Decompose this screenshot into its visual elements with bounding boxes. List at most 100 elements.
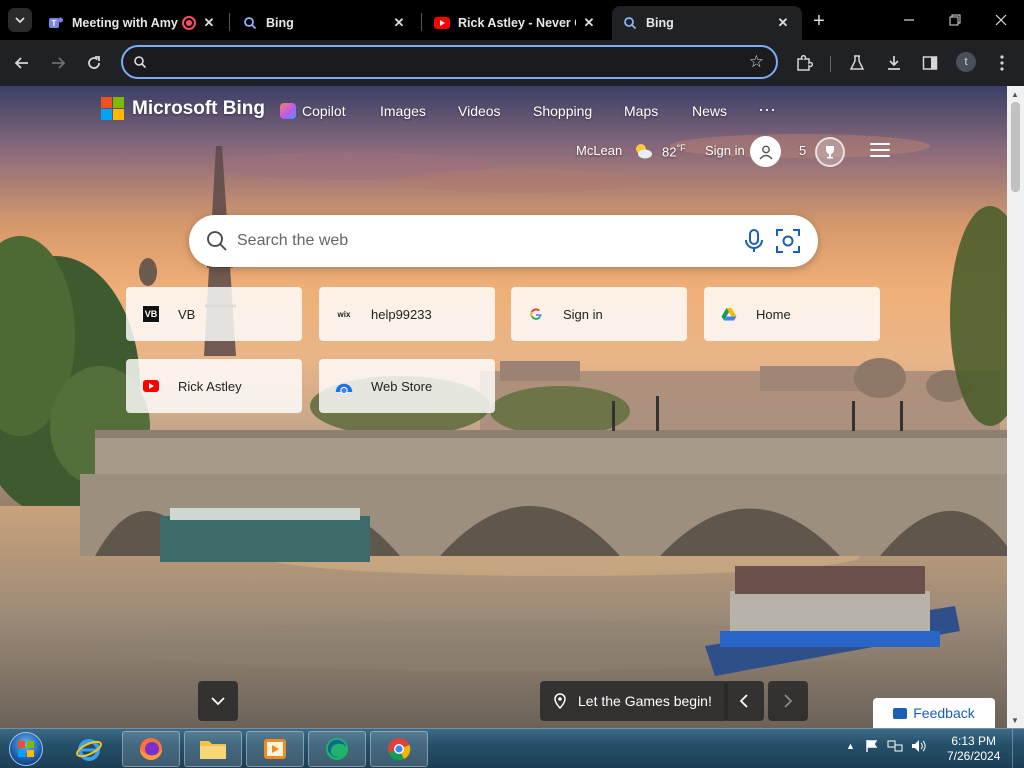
nav-shopping[interactable]: Shopping xyxy=(533,103,592,119)
quick-link-web-store[interactable]: Web Store xyxy=(319,359,495,413)
chevron-down-icon xyxy=(15,17,25,24)
network-icon[interactable] xyxy=(887,739,903,753)
scroll-down-arrow-icon[interactable]: ▼ xyxy=(1011,716,1019,725)
scroll-up-arrow-icon[interactable]: ▲ xyxy=(1011,90,1019,99)
address-input[interactable] xyxy=(157,51,737,73)
taskbar-internet-explorer[interactable] xyxy=(60,731,118,767)
action-center-flag-icon[interactable] xyxy=(865,739,879,753)
vb-icon: VB xyxy=(142,305,160,323)
tab-search-button[interactable] xyxy=(8,8,32,32)
temperature-value: 82 xyxy=(662,144,677,160)
reload-button[interactable] xyxy=(81,50,107,76)
start-button[interactable] xyxy=(6,730,46,768)
tab-title: Meeting with Amy xyxy=(72,16,178,30)
search-input[interactable] xyxy=(237,229,717,253)
bookmark-star-icon[interactable]: ☆ xyxy=(749,52,764,72)
extensions-button[interactable] xyxy=(791,50,817,76)
sign-in-link[interactable]: Sign in xyxy=(705,143,745,158)
quick-link-home[interactable]: Home xyxy=(704,287,880,341)
nav-copilot[interactable]: Copilot xyxy=(280,103,346,119)
arrow-left-icon xyxy=(14,57,28,69)
nav-news[interactable]: News xyxy=(692,103,727,119)
taskbar-firefox[interactable] xyxy=(122,731,180,767)
quick-link-vb[interactable]: VB VB xyxy=(126,287,302,341)
kebab-menu-icon xyxy=(1000,55,1004,71)
clock-time: 6:13 PM xyxy=(951,734,997,748)
page-scrollbar[interactable]: ▲ ▼ xyxy=(1007,86,1024,728)
quick-link-label: Sign in xyxy=(563,306,603,322)
close-icon xyxy=(995,14,1007,26)
close-window-button[interactable] xyxy=(978,6,1024,34)
location-label[interactable]: McLean xyxy=(576,143,622,158)
quick-link-help99233[interactable]: wix help99233 xyxy=(319,287,495,341)
labs-button[interactable] xyxy=(844,50,870,76)
nav-maps[interactable]: Maps xyxy=(624,103,658,119)
user-icon xyxy=(758,145,773,159)
media-player-icon xyxy=(264,739,286,759)
scroll-down-button[interactable] xyxy=(198,681,238,721)
system-tray: ▲ xyxy=(846,739,927,753)
show-desktop-button[interactable] xyxy=(1012,729,1024,768)
tab-title: Bing xyxy=(266,16,294,30)
system-clock[interactable]: 6:13 PM 7/26/2024 xyxy=(947,734,1000,764)
downloads-button[interactable] xyxy=(881,50,907,76)
next-image-button[interactable] xyxy=(768,681,808,721)
nav-videos[interactable]: Videos xyxy=(458,103,501,119)
taskbar-edge[interactable] xyxy=(308,731,366,767)
close-icon[interactable]: ✕ xyxy=(200,14,218,32)
temperature-unit: °F xyxy=(676,143,686,153)
recording-icon xyxy=(182,16,196,30)
restore-icon xyxy=(949,14,961,26)
svg-text:T: T xyxy=(52,19,57,28)
minimize-icon xyxy=(904,19,914,21)
previous-image-button[interactable] xyxy=(724,681,764,721)
more-icon: ··· xyxy=(758,99,776,119)
nav-images[interactable]: Images xyxy=(380,103,426,119)
nav-more[interactable]: ··· xyxy=(758,99,776,120)
rewards-button[interactable] xyxy=(815,137,845,167)
feedback-button[interactable]: Feedback xyxy=(873,698,995,728)
feedback-label: Feedback xyxy=(913,705,975,721)
image-caption[interactable]: Let the Games begin! xyxy=(540,681,728,721)
youtube-icon xyxy=(142,377,160,395)
new-tab-button[interactable]: + xyxy=(808,10,830,32)
chrome-icon xyxy=(388,738,411,761)
restore-button[interactable] xyxy=(932,6,978,34)
side-panel-button[interactable] xyxy=(917,50,943,76)
nav-label: Copilot xyxy=(302,103,346,119)
address-bar[interactable]: ☆ xyxy=(121,45,778,79)
search-box[interactable] xyxy=(189,215,818,267)
taskbar-file-explorer[interactable] xyxy=(184,731,242,767)
volume-icon[interactable] xyxy=(911,739,927,753)
menu-button[interactable] xyxy=(989,50,1015,76)
tab-bing-1[interactable]: Bing ✕ xyxy=(232,6,418,40)
minimize-button[interactable] xyxy=(886,6,932,34)
microphone-icon[interactable] xyxy=(742,228,766,254)
tab-meeting[interactable]: T Meeting with Amy ✕ xyxy=(38,6,228,40)
visual-search-icon[interactable] xyxy=(775,228,801,254)
show-hidden-icons-icon[interactable]: ▲ xyxy=(846,741,855,751)
hamburger-menu-icon[interactable] xyxy=(870,143,890,157)
rewards-points[interactable]: 5 xyxy=(799,143,806,158)
tab-title: Rick Astley - Never Gonna Give You Up xyxy=(458,16,576,30)
nav-label: Maps xyxy=(624,103,659,119)
forward-button[interactable] xyxy=(45,50,71,76)
back-button[interactable] xyxy=(9,50,35,76)
chevron-right-icon xyxy=(784,694,793,708)
close-icon[interactable]: ✕ xyxy=(580,14,598,32)
bing-logo[interactable]: Microsoft Bing xyxy=(101,97,265,120)
tab-youtube[interactable]: Rick Astley - Never Gonna Give You Up ✕ xyxy=(424,6,608,40)
bing-search-icon xyxy=(622,15,638,31)
tab-bing-active[interactable]: Bing ✕ xyxy=(612,6,802,40)
taskbar-chrome[interactable] xyxy=(370,731,428,767)
profile-avatar[interactable]: t xyxy=(956,52,976,72)
close-icon[interactable]: ✕ xyxy=(390,14,408,32)
quick-link-label: VB xyxy=(178,306,196,322)
scrollbar-thumb[interactable] xyxy=(1011,102,1020,192)
taskbar-media-player[interactable] xyxy=(246,731,304,767)
temperature[interactable]: 82°F xyxy=(662,143,686,159)
user-avatar[interactable] xyxy=(750,136,781,167)
close-icon[interactable]: ✕ xyxy=(774,14,792,32)
quick-link-rick-astley[interactable]: Rick Astley xyxy=(126,359,302,413)
quick-link-google-sign-in[interactable]: Sign in xyxy=(511,287,687,341)
